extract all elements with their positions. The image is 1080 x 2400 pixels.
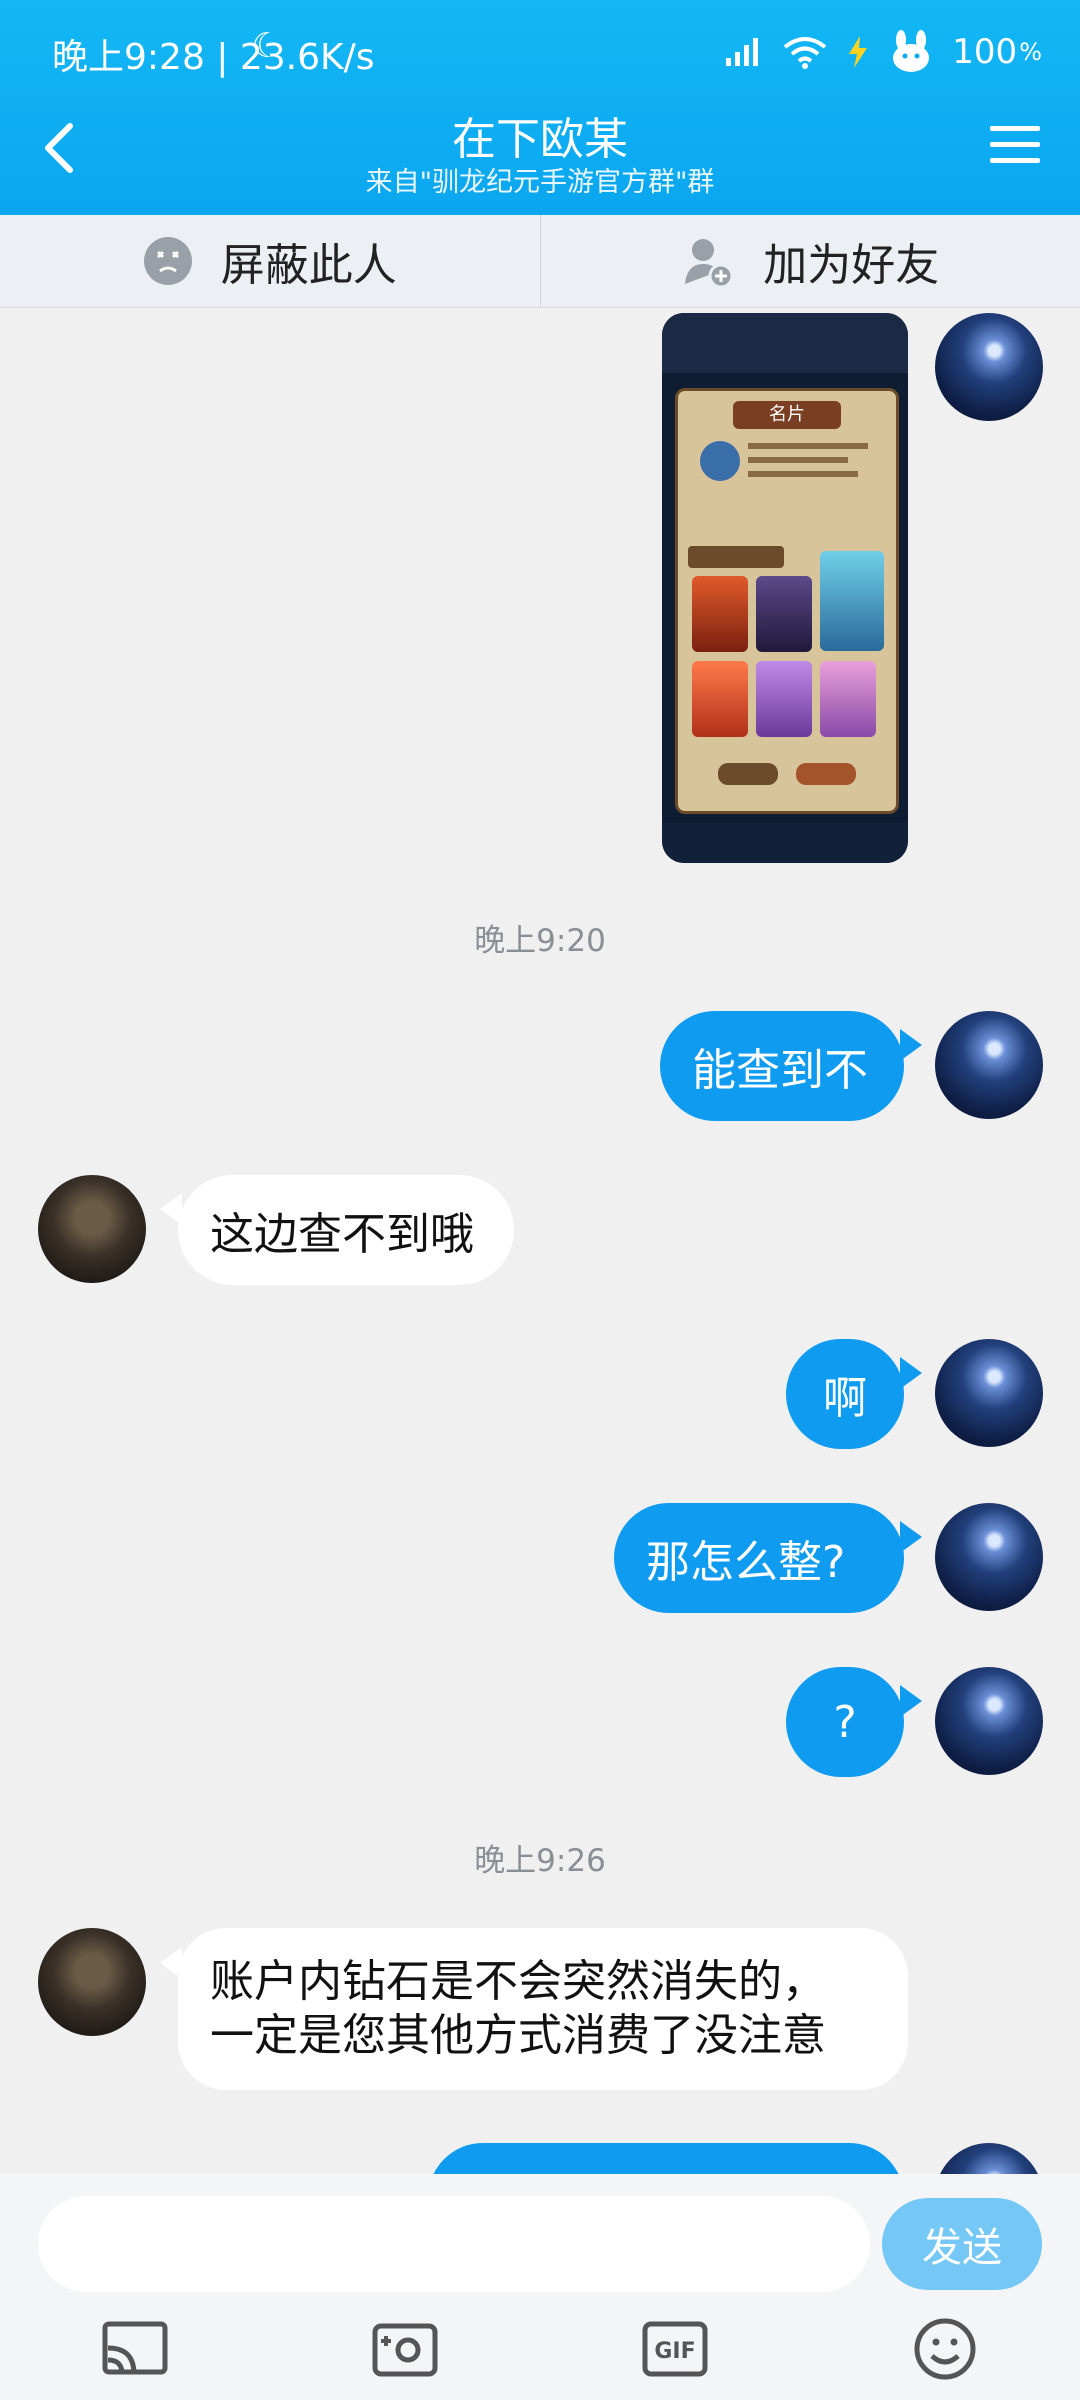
- hero-thumb: [820, 551, 884, 651]
- gif-icon[interactable]: GIF: [640, 2316, 710, 2382]
- battery-level: 100: [952, 32, 1018, 72]
- received-message[interactable]: 这边查不到哦: [178, 1175, 514, 1285]
- my-avatar[interactable]: [935, 2143, 1043, 2174]
- block-user-button[interactable]: 屏蔽此人: [0, 215, 540, 307]
- hamburger-menu-icon: [990, 126, 1040, 163]
- screen-cast-icon[interactable]: [100, 2316, 170, 2382]
- my-avatar[interactable]: [935, 1011, 1043, 1119]
- card-avatar: [700, 441, 740, 481]
- my-avatar[interactable]: [935, 1339, 1043, 1447]
- svg-text:GIF: GIF: [654, 2339, 695, 2364]
- my-avatar[interactable]: [935, 1667, 1043, 1775]
- my-avatar[interactable]: [935, 313, 1043, 421]
- camera-icon[interactable]: [370, 2316, 440, 2382]
- battery-mascot-icon: [893, 30, 930, 72]
- chat-title: 在下欧某: [452, 114, 628, 165]
- charging-icon: [849, 36, 868, 68]
- add-friend-label: 加为好友: [763, 240, 940, 291]
- hero-thumb: [756, 576, 812, 652]
- sent-message[interactable]: 能查到不: [660, 1011, 904, 1121]
- chat-header: 晚上9:28 | 23.6K/s ☾ 100% 在下欧某 来自"驯龙纪元手游官方…: [0, 0, 1080, 215]
- status-bar: 晚上9:28 | 23.6K/s ☾ 100%: [0, 0, 1080, 100]
- game-topbar: [662, 313, 908, 373]
- input-bar: 发送 GIF: [0, 2174, 1080, 2400]
- add-friend-button[interactable]: 加为好友: [539, 215, 1080, 307]
- contact-avatar[interactable]: [38, 1928, 146, 2036]
- received-message[interactable]: 账户内钻石是不会突然消失的， 一定是您其他方式消费了没注意: [178, 1928, 908, 2090]
- wifi-icon: [784, 37, 827, 69]
- emoji-icon[interactable]: [910, 2316, 980, 2382]
- timestamp: 晚上9:26: [474, 1843, 606, 1879]
- hero-thumb: [756, 661, 812, 737]
- game-profile-card: 名片: [675, 388, 899, 814]
- signal-icon: [726, 38, 759, 66]
- block-user-label: 屏蔽此人: [220, 240, 397, 291]
- chat-messages[interactable]: 名片 晚上9:20 能查到不 这边查不到哦 啊 那怎么整? ? 晚上9:26 账…: [0, 307, 1080, 2174]
- chat-subtitle: 来自"驯龙纪元手游官方群"群: [365, 167, 715, 198]
- status-time-speed: 晚上9:28 | 23.6K/s: [52, 37, 375, 78]
- sent-message[interactable]: 啊: [786, 1339, 904, 1449]
- action-bar: 屏蔽此人 加为好友: [0, 215, 1080, 308]
- sent-message[interactable]: ?: [786, 1667, 904, 1777]
- timestamp: 晚上9:20: [474, 923, 606, 959]
- menu-button[interactable]: [988, 122, 1042, 168]
- send-button[interactable]: 发送: [882, 2198, 1042, 2290]
- contact-avatar[interactable]: [38, 1175, 146, 1283]
- hero-thumb: [692, 661, 748, 737]
- hero-thumb: [692, 576, 748, 652]
- card-title: 名片: [733, 401, 841, 429]
- block-face-icon: [143, 237, 192, 285]
- sent-message[interactable]: 那怎么整?: [614, 1503, 904, 1613]
- moon-icon: ☾: [251, 26, 282, 66]
- add-friend-icon: [685, 239, 734, 288]
- sent-message-partial[interactable]: [428, 2143, 904, 2174]
- hero-thumb: [820, 661, 876, 737]
- my-avatar[interactable]: [935, 1503, 1043, 1611]
- status-icons: ☾ 100%: [251, 26, 1042, 72]
- message-input[interactable]: [38, 2196, 870, 2292]
- image-message[interactable]: 名片: [662, 313, 908, 863]
